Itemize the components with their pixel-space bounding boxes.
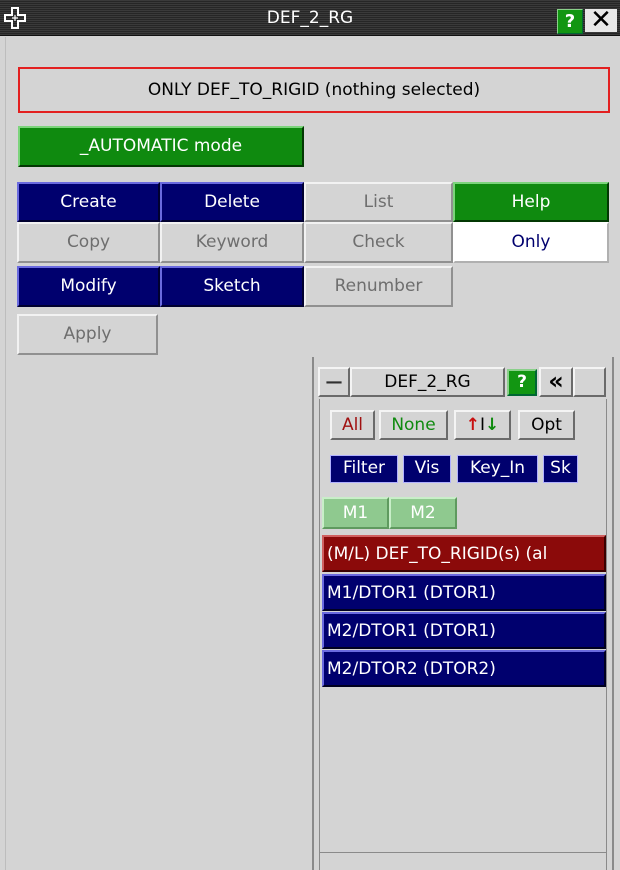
sketch-button[interactable]: Sketch [160, 266, 304, 307]
reverse-selection-button[interactable]: ↑I↓ [454, 410, 511, 440]
reverse-up-icon: ↑ [465, 415, 480, 435]
selector-blank-button[interactable] [573, 367, 606, 397]
selector-inner-border-left [319, 399, 320, 870]
create-button[interactable]: Create [17, 182, 160, 222]
renumber-button[interactable]: Renumber [304, 266, 453, 307]
apply-button[interactable]: Apply [17, 314, 158, 355]
window-title: DEF_2_RG [266, 8, 354, 28]
close-button[interactable]: ✕ [585, 7, 617, 33]
model-tab-m2[interactable]: M2 [389, 497, 457, 529]
select-none-button[interactable]: None [379, 410, 448, 440]
selector-inner-border-right [606, 399, 607, 870]
window-titlebar[interactable]: DEF_2_RG ? ✕ [0, 0, 620, 36]
check-button[interactable]: Check [304, 222, 453, 263]
copy-button[interactable]: Copy [17, 222, 160, 263]
keyword-button[interactable]: Keyword [160, 222, 304, 263]
minimize-button[interactable]: — [318, 367, 350, 397]
select-all-button[interactable]: All [330, 410, 375, 440]
sketch-selected-button[interactable]: Sk [543, 455, 578, 483]
list-header-row[interactable]: (M/L) DEF_TO_RIGID(s) (al [322, 535, 606, 572]
help-mode-button[interactable]: Help [453, 182, 609, 222]
reverse-down-icon: ↓ [485, 415, 500, 435]
selector-title: DEF_2_RG [350, 367, 505, 397]
delete-button[interactable]: Delete [160, 182, 304, 222]
only-button[interactable]: Only [453, 222, 609, 263]
options-button[interactable]: Opt [518, 410, 575, 440]
list-button[interactable]: List [304, 182, 453, 222]
key-in-button[interactable]: Key_In [457, 455, 538, 483]
selector-help-button[interactable]: ? [507, 369, 537, 396]
model-tab-m1[interactable]: M1 [322, 497, 389, 529]
list-item[interactable]: M1/DTOR1 (DTOR1) [322, 574, 606, 611]
modify-button[interactable]: Modify [17, 266, 160, 307]
filter-button[interactable]: Filter [330, 455, 398, 483]
selector-inner-border-bottom [319, 852, 607, 853]
vis-button[interactable]: Vis [403, 455, 451, 483]
collapse-icon[interactable]: « [539, 367, 573, 397]
list-item[interactable]: M2/DTOR1 (DTOR1) [322, 612, 606, 649]
list-item[interactable]: M2/DTOR2 (DTOR2) [322, 650, 606, 687]
automatic-mode-button[interactable]: _AUTOMATIC mode [18, 126, 304, 167]
help-button[interactable]: ? [557, 9, 583, 34]
status-message: ONLY DEF_TO_RIGID (nothing selected) [18, 67, 610, 113]
